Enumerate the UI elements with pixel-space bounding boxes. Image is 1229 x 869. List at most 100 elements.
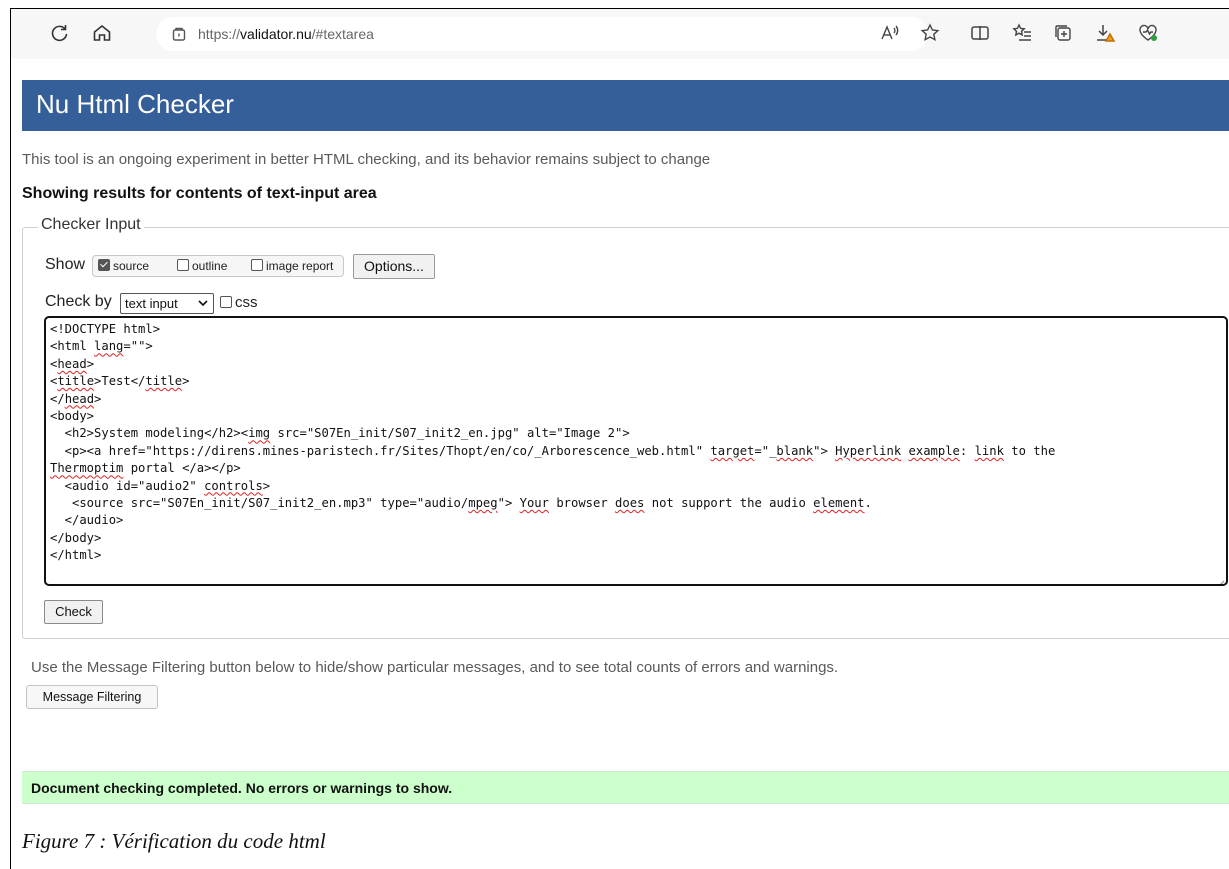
favorites-list-icon[interactable] bbox=[1011, 22, 1033, 44]
misspelled-word: element bbox=[813, 496, 865, 511]
show-image-report-option[interactable]: image report bbox=[251, 259, 333, 273]
code-text: > bbox=[94, 391, 102, 406]
success-banner: Document checking completed. No errors o… bbox=[22, 771, 1229, 804]
source-code: <!DOCTYPE html> <html lang=""> <head> <t… bbox=[50, 321, 1055, 565]
show-label: Show bbox=[45, 256, 86, 273]
code-text: > bbox=[182, 374, 190, 389]
refresh-icon[interactable] bbox=[48, 22, 70, 44]
misspelled-word: does bbox=[615, 496, 645, 511]
css-checkbox[interactable] bbox=[220, 296, 232, 308]
split-screen-icon[interactable] bbox=[969, 22, 991, 44]
browser-essentials-icon[interactable] bbox=[1137, 22, 1159, 44]
code-text: not support the audio bbox=[644, 496, 814, 511]
code-text: =""> bbox=[123, 339, 153, 354]
code-text: . bbox=[864, 496, 872, 511]
address-bar[interactable]: https://validator.nu/#textarea bbox=[156, 17, 928, 51]
show-options-group: source outline image report bbox=[92, 255, 344, 277]
downloads-icon[interactable] bbox=[1094, 22, 1116, 44]
source-line: </body> bbox=[50, 531, 101, 545]
home-icon[interactable] bbox=[91, 22, 113, 44]
code-text: </body> bbox=[50, 530, 102, 545]
resize-handle-icon[interactable] bbox=[1217, 575, 1225, 584]
code-text: "> bbox=[497, 496, 520, 511]
source-line: <html lang=""> bbox=[50, 339, 153, 353]
source-line: <h2>System modeling</h2><img src="S07En_… bbox=[50, 426, 630, 440]
site-header: Nu Html Checker bbox=[22, 80, 1229, 131]
source-line: <body> bbox=[50, 409, 94, 423]
show-outline-option[interactable]: outline bbox=[177, 259, 227, 273]
misspelled-word: Your bbox=[519, 496, 549, 511]
code-text: <h2>System modeling</h2>< bbox=[50, 426, 249, 441]
misspelled-word: Thermoptim bbox=[50, 461, 124, 476]
outline-checkbox[interactable] bbox=[177, 259, 189, 271]
image-report-checkbox[interactable] bbox=[251, 259, 263, 271]
code-text: "> bbox=[813, 443, 836, 458]
code-text: <body> bbox=[50, 409, 95, 424]
code-text: browser bbox=[548, 496, 616, 511]
misspelled-word: lang bbox=[94, 339, 124, 354]
misspelled-word: controls bbox=[204, 478, 263, 493]
source-line: <source src="S07En_init/S07_init2_en.mp3… bbox=[50, 496, 872, 510]
source-line: </audio> bbox=[50, 513, 124, 528]
code-text: > bbox=[86, 356, 95, 371]
code-text: </html> bbox=[50, 548, 102, 563]
code-text: > bbox=[262, 478, 271, 493]
code-text: </audio> bbox=[50, 513, 124, 528]
misspelled-word: head bbox=[64, 391, 95, 406]
check-by-value: text input bbox=[125, 296, 178, 311]
options-button[interactable]: Options... bbox=[353, 254, 435, 279]
chevron-down-icon bbox=[197, 297, 209, 309]
check-by-label: Check by bbox=[45, 293, 112, 310]
misspelled-word: title bbox=[57, 374, 95, 389]
check-button[interactable]: Check bbox=[44, 600, 103, 624]
code-text: to the bbox=[1003, 443, 1056, 458]
misspelled-word: img bbox=[248, 426, 271, 441]
source-line: <p><a href="https://direns.mines-pariste… bbox=[50, 443, 1056, 458]
code-text: >Test</ bbox=[94, 374, 146, 389]
message-filtering-button[interactable]: Message Filtering bbox=[26, 685, 158, 709]
success-message: Document checking completed. No errors o… bbox=[31, 780, 453, 796]
misspelled-word: title bbox=[145, 374, 183, 389]
collections-icon[interactable] bbox=[1052, 22, 1074, 44]
source-line: </head> bbox=[50, 392, 101, 406]
misspelled-word: head bbox=[57, 356, 87, 371]
code-text: <audio id="audio2" bbox=[50, 478, 205, 493]
misspelled-word: blank bbox=[776, 443, 814, 458]
misspelled-word: target bbox=[710, 443, 755, 458]
source-line: <head> bbox=[50, 357, 94, 371]
source-line: Thermoptim portal </a></p> bbox=[50, 461, 241, 475]
code-text: <!DOCTYPE html> bbox=[50, 322, 161, 336]
misspelled-word: Hyperlink bbox=[835, 443, 902, 458]
misspelled-word: link bbox=[974, 443, 1004, 458]
checker-input-legend: Checker Input bbox=[38, 216, 144, 234]
css-option[interactable]: css bbox=[220, 294, 258, 311]
figure-caption: Figure 7 : Vérification du code html bbox=[22, 829, 326, 853]
code-text: <p><a href="https://direns.mines-pariste… bbox=[50, 443, 711, 458]
misspelled-word: example bbox=[908, 443, 960, 458]
code-text: : bbox=[959, 443, 975, 458]
code-text: ="_ bbox=[754, 443, 777, 458]
code-text: </ bbox=[50, 391, 65, 406]
show-source-option[interactable]: source bbox=[98, 259, 149, 273]
url-text: https://validator.nu/#textarea bbox=[198, 26, 374, 42]
source-line: </html> bbox=[50, 548, 101, 562]
check-by-select[interactable]: text input bbox=[120, 293, 214, 314]
intro-text: This tool is an ongoing experiment in be… bbox=[22, 151, 711, 168]
source-checkbox[interactable] bbox=[98, 259, 110, 271]
source-line: <audio id="audio2" controls> bbox=[50, 479, 270, 493]
site-info-icon[interactable] bbox=[170, 25, 188, 43]
filter-note: Use the Message Filtering button below t… bbox=[31, 659, 839, 676]
code-text: <source src="S07En_init/S07_init2_en.mp3… bbox=[50, 496, 469, 511]
code-text: src="S07En_init/S07_init2_en.jpg" alt="I… bbox=[270, 426, 630, 441]
read-aloud-icon[interactable] bbox=[879, 22, 901, 44]
css-label: css bbox=[235, 294, 258, 311]
results-heading: Showing results for contents of text-inp… bbox=[22, 185, 377, 202]
source-textarea[interactable]: <!DOCTYPE html> <html lang=""> <head> <t… bbox=[44, 316, 1228, 586]
page-title: Nu Html Checker bbox=[36, 89, 234, 119]
source-line: <!DOCTYPE html> bbox=[50, 322, 160, 336]
code-text: <html bbox=[50, 339, 95, 354]
misspelled-word: mpeg bbox=[468, 496, 498, 511]
favorite-star-icon[interactable] bbox=[919, 22, 941, 44]
code-text: portal </a></p> bbox=[123, 461, 241, 476]
